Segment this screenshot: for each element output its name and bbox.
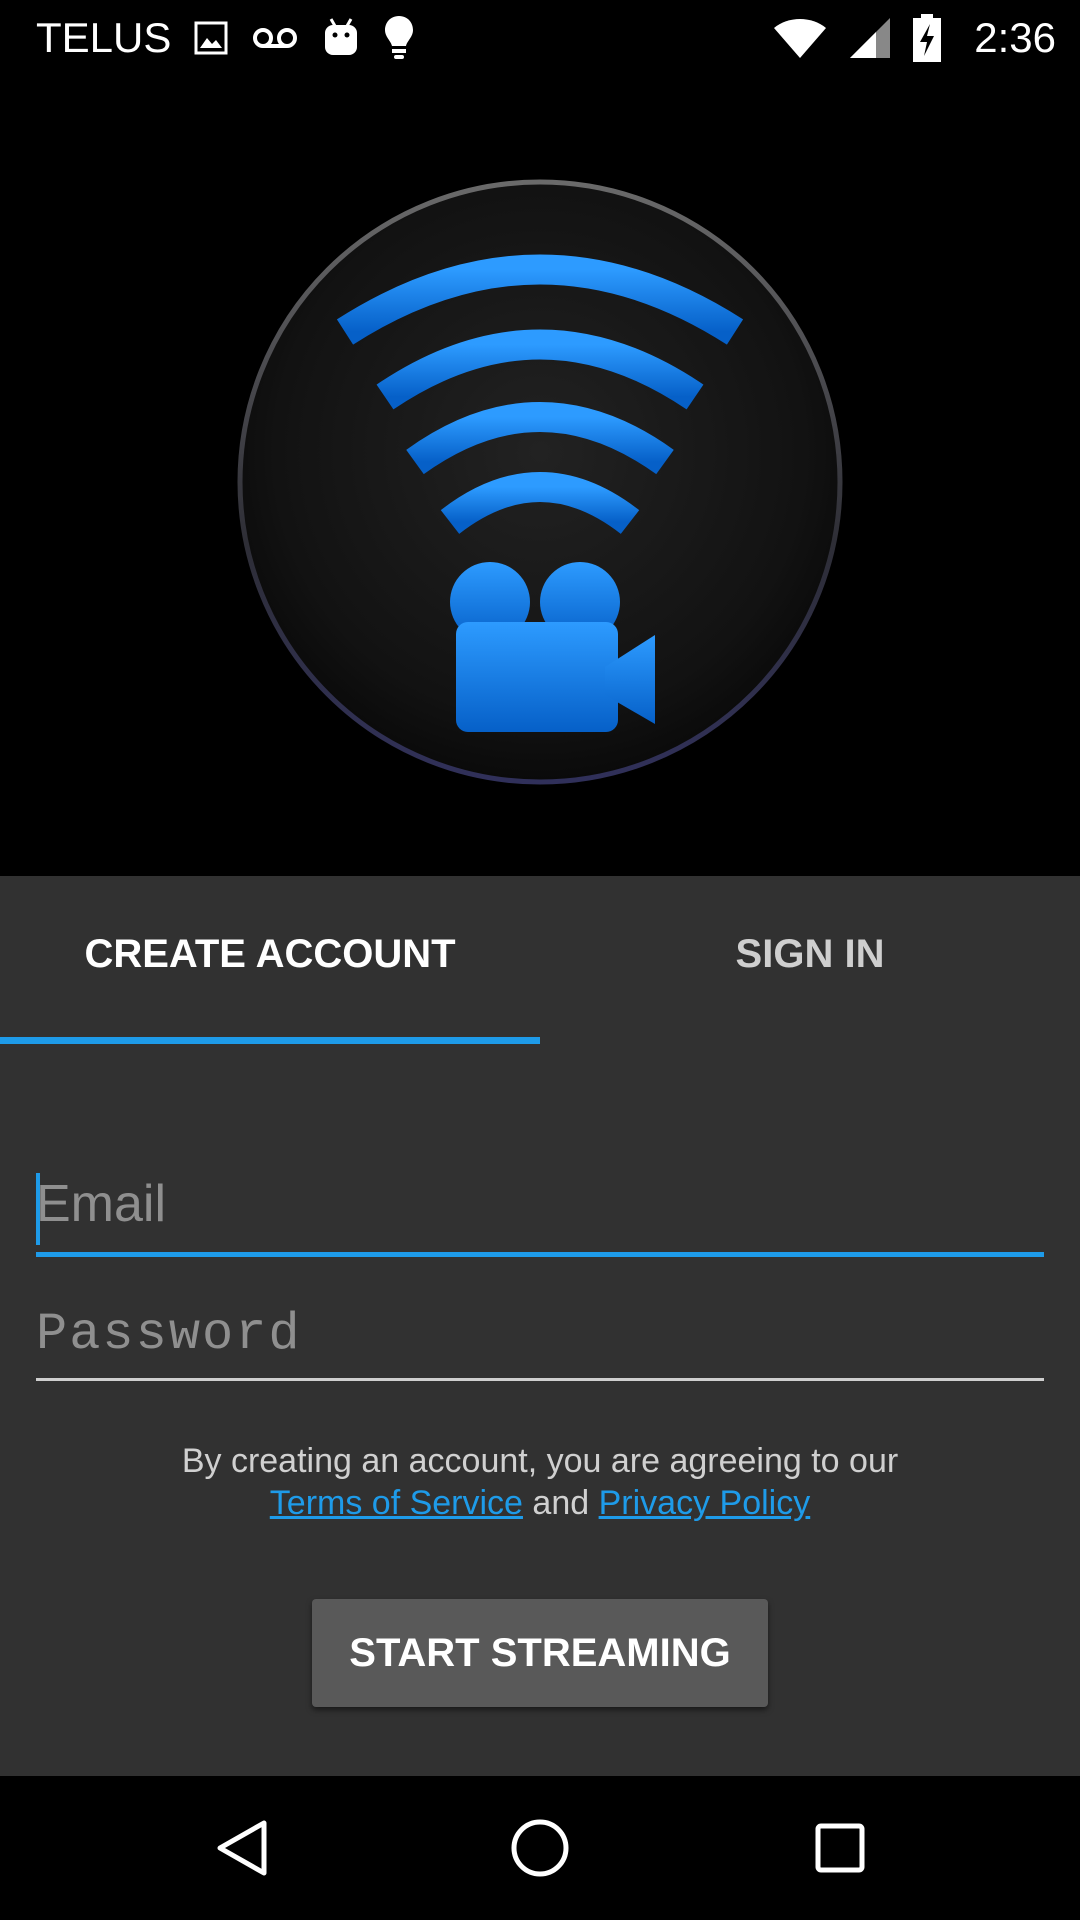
home-button[interactable] — [470, 1776, 610, 1920]
email-input[interactable] — [36, 1161, 1044, 1252]
tab-sign-in[interactable]: SIGN IN — [540, 876, 1080, 1044]
recents-button[interactable] — [770, 1776, 910, 1920]
home-icon — [511, 1819, 569, 1877]
hero-banner — [0, 75, 1080, 876]
privacy-policy-link[interactable]: Privacy Policy — [599, 1484, 811, 1522]
carrier-name: TELUS — [36, 13, 172, 61]
status-left: TELUS — [36, 0, 415, 75]
image-icon — [194, 21, 228, 54]
clock: 2:36 — [974, 13, 1056, 61]
lightbulb-icon — [385, 15, 414, 59]
terms-of-service-link[interactable]: Terms of Service — [270, 1484, 523, 1522]
battery-charging-icon — [913, 13, 942, 62]
wifi-video-camera-logo — [237, 179, 843, 785]
tab-selected-indicator — [0, 1037, 540, 1044]
recents-icon — [815, 1823, 865, 1873]
android-icon — [325, 17, 358, 55]
navigation-bar — [0, 1776, 1080, 1920]
auth-panel: CREATE ACCOUNT SIGN IN By creating an ac… — [0, 876, 1080, 1776]
terms-conjunction: and — [532, 1484, 590, 1522]
tab-bar: CREATE ACCOUNT SIGN IN — [0, 876, 1080, 1044]
cell-signal-icon — [850, 17, 891, 58]
status-bar: TELUS 2:36 — [0, 0, 1080, 75]
back-button[interactable] — [172, 1776, 312, 1920]
start-streaming-button[interactable]: START STREAMING — [312, 1599, 768, 1707]
terms-links-line: Terms of Service and Privacy Policy — [0, 1482, 1080, 1524]
wifi-icon — [774, 18, 827, 58]
text-cursor — [36, 1173, 40, 1245]
back-icon — [217, 1820, 267, 1876]
tab-create-account[interactable]: CREATE ACCOUNT — [0, 876, 540, 1044]
status-right: 2:36 — [772, 0, 1056, 75]
email-field — [36, 1161, 1044, 1257]
terms-prefix: By creating an account, you are agreeing… — [181, 1442, 899, 1480]
password-input[interactable] — [36, 1296, 1044, 1378]
terms-notice: By creating an account, you are agreeing… — [0, 1440, 1080, 1524]
password-field — [36, 1296, 1044, 1381]
voicemail-icon — [253, 27, 298, 48]
